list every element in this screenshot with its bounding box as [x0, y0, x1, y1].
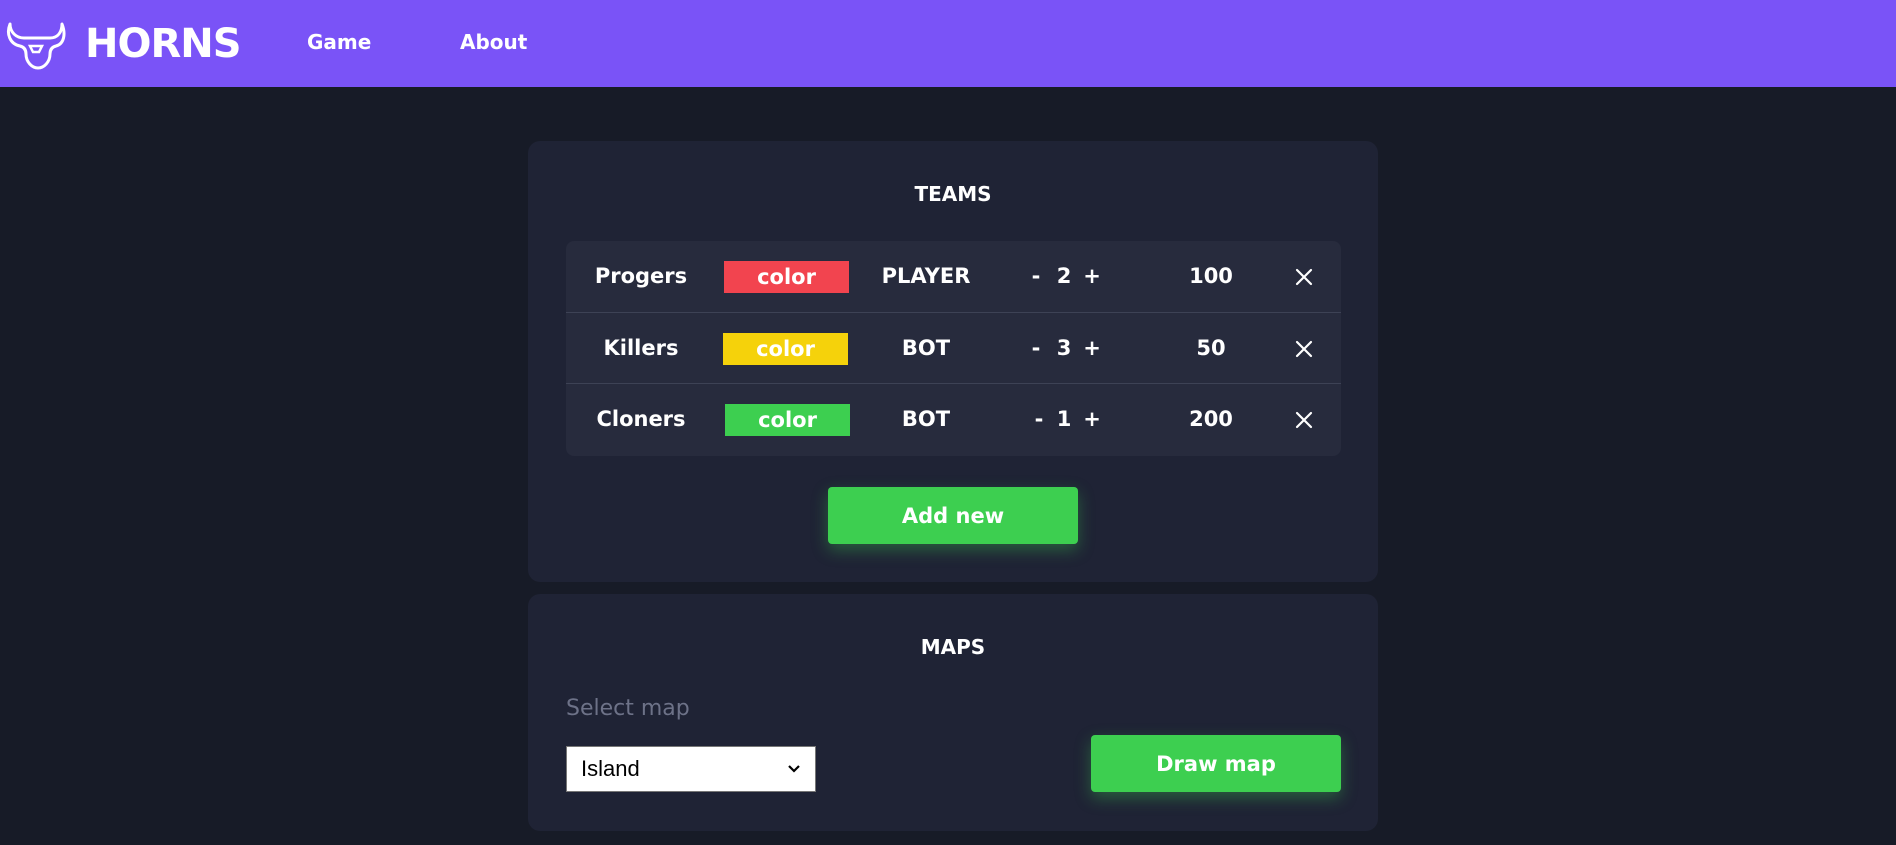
decrement-button[interactable]: - [1023, 241, 1049, 312]
maps-title: MAPS [920, 635, 986, 659]
close-icon [1295, 268, 1313, 286]
add-team-button[interactable]: Add new [828, 487, 1078, 544]
team-count: 3 [1056, 336, 1072, 360]
brand-name: HORNS [85, 21, 242, 67]
team-score: 200 [1189, 407, 1233, 431]
select-map-label: Select map [566, 696, 690, 721]
increment-button[interactable]: + [1079, 313, 1105, 384]
nav-about-link[interactable]: About [460, 28, 527, 56]
increment-button[interactable]: + [1079, 241, 1105, 312]
team-score: 50 [1196, 336, 1226, 360]
increment-button[interactable]: + [1079, 384, 1105, 455]
remove-team-button[interactable] [1286, 313, 1322, 384]
team-row: Progers color PLAYER - 2 + 100 [566, 241, 1341, 312]
chevron-down-icon [788, 765, 800, 773]
remove-team-button[interactable] [1286, 241, 1322, 312]
team-name: Killers [603, 336, 679, 360]
selected-map-value: Island [581, 756, 640, 781]
team-type: PLAYER [881, 264, 971, 288]
team-color-swatch[interactable]: color [725, 404, 850, 436]
top-navbar: HORNS Game About [0, 0, 1896, 87]
draw-map-button[interactable]: Draw map [1091, 735, 1341, 792]
map-select[interactable]: Island [566, 746, 816, 792]
maps-card: MAPS Select map Island Draw map [528, 594, 1378, 831]
team-list: Progers color PLAYER - 2 + 100 Killers c… [566, 241, 1341, 456]
team-type: BOT [901, 407, 951, 431]
close-icon [1295, 411, 1313, 429]
remove-team-button[interactable] [1286, 384, 1322, 455]
team-row: Killers color BOT - 3 + 50 [566, 312, 1341, 383]
team-name: Progers [594, 264, 688, 288]
nav-game-link[interactable]: Game [307, 28, 371, 56]
teams-card: TEAMS Progers color PLAYER - 2 + 100 Kil… [528, 141, 1378, 582]
team-type: BOT [901, 336, 951, 360]
team-name: Cloners [596, 407, 686, 431]
team-color-swatch[interactable]: color [723, 333, 848, 365]
team-score: 100 [1189, 264, 1233, 288]
team-color-swatch[interactable]: color [724, 261, 849, 293]
team-count: 2 [1056, 264, 1072, 288]
teams-title: TEAMS [914, 182, 992, 206]
bull-horns-logo-icon[interactable] [4, 16, 66, 72]
decrement-button[interactable]: - [1023, 313, 1049, 384]
close-icon [1295, 340, 1313, 358]
team-count: 1 [1056, 407, 1072, 431]
team-row: Cloners color BOT - 1 + 200 [566, 383, 1341, 454]
